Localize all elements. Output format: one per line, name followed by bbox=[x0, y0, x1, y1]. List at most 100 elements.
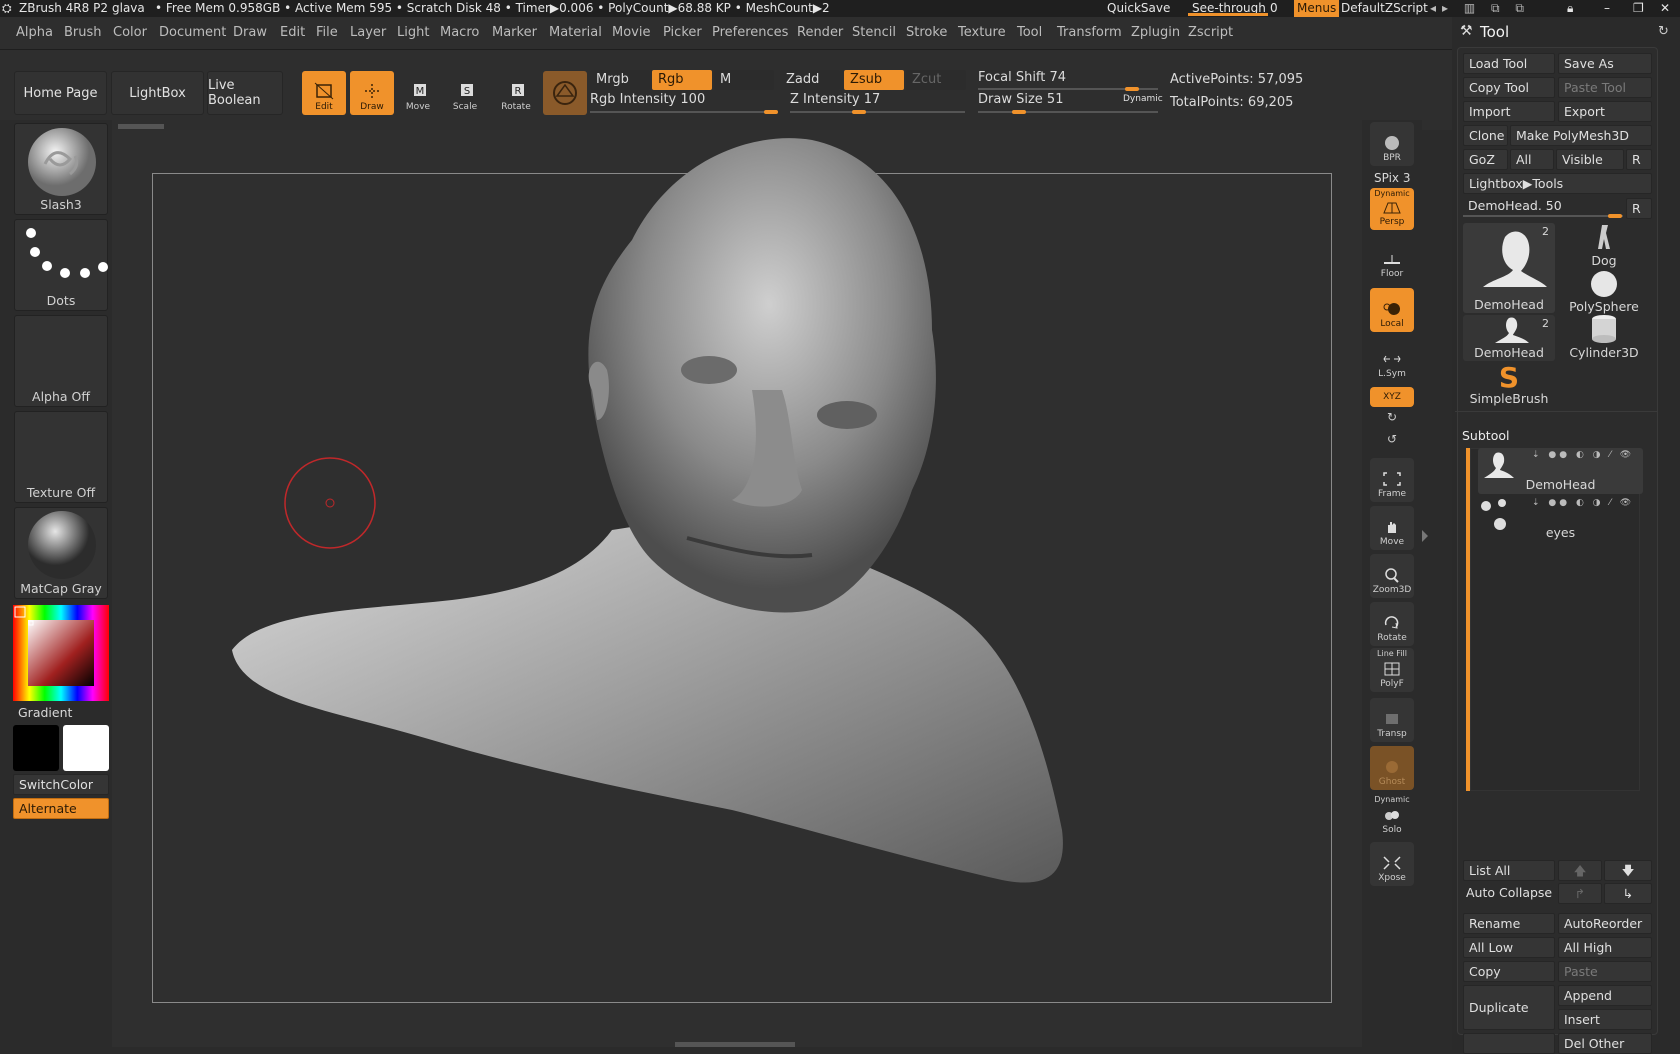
rgb-intensity-slider[interactable]: Rgb Intensity 100 bbox=[590, 92, 705, 107]
current-tool-knob[interactable] bbox=[1608, 214, 1622, 218]
goz-all-button[interactable]: All bbox=[1510, 149, 1554, 170]
close-icon[interactable]: ✕ bbox=[1660, 0, 1670, 17]
all-high-button[interactable]: All High bbox=[1558, 937, 1652, 958]
export-button[interactable]: Export bbox=[1558, 101, 1652, 122]
rgb-intensity-knob[interactable] bbox=[764, 110, 778, 114]
menu-zplugin[interactable]: Zplugin bbox=[1131, 25, 1180, 40]
switchcolor-button[interactable]: SwitchColor bbox=[13, 774, 109, 795]
scale-mode-button[interactable]: S Scale bbox=[443, 71, 487, 115]
duplicate-button[interactable]: Duplicate bbox=[1463, 985, 1555, 1030]
list-all-button[interactable]: List All bbox=[1463, 860, 1555, 881]
import-button[interactable]: Import bbox=[1463, 101, 1555, 122]
arrow-right-up-icon[interactable]: ↱ bbox=[1558, 883, 1602, 904]
right-tray-toggle[interactable] bbox=[1422, 530, 1428, 542]
default-zscript[interactable]: DefaultZScript bbox=[1341, 0, 1428, 17]
z-intensity-slider[interactable]: Z Intensity 17 bbox=[790, 92, 880, 107]
arrow-down-right-icon[interactable]: ↳ bbox=[1604, 883, 1652, 904]
tool-simplebrush[interactable]: S SimpleBrush bbox=[1463, 361, 1555, 407]
menu-light[interactable]: Light bbox=[397, 25, 429, 40]
goz-button[interactable]: GoZ bbox=[1463, 149, 1508, 170]
goz-r-button[interactable]: R bbox=[1626, 149, 1652, 170]
edit-button[interactable]: Edit bbox=[302, 71, 346, 115]
reset-icon[interactable]: ↻ bbox=[1658, 24, 1669, 39]
home-page-button[interactable]: Home Page bbox=[14, 71, 107, 115]
subtool-controls-icon[interactable]: ⇣ ●● ◐ ◑ ⁄ 👁︎ bbox=[1532, 498, 1634, 508]
alpha-thumbnail[interactable]: Alpha Off bbox=[14, 315, 108, 407]
local-button[interactable]: Local bbox=[1370, 288, 1414, 332]
menu-stencil[interactable]: Stencil bbox=[852, 25, 896, 40]
all-low-button[interactable]: All Low bbox=[1463, 937, 1555, 958]
lightbox-tools-button[interactable]: Lightbox▶Tools bbox=[1463, 173, 1652, 194]
persp-button[interactable]: Dynamic Persp bbox=[1370, 188, 1414, 230]
move-down-icon[interactable]: 🡇 bbox=[1604, 860, 1652, 881]
seethrough-slider[interactable] bbox=[1188, 13, 1268, 16]
menu-transform[interactable]: Transform bbox=[1057, 25, 1122, 40]
texture-thumbnail[interactable]: Texture Off bbox=[14, 411, 108, 503]
subtool-item-demohead[interactable]: ⇣ ●● ◐ ◑ ⁄ 👁︎ DemoHead bbox=[1478, 448, 1643, 494]
subtool-item-eyes[interactable]: ⇣ ●● ◐ ◑ ⁄ 👁︎ eyes bbox=[1478, 496, 1643, 542]
lock-icon[interactable]: 🔒︎ bbox=[1567, 0, 1573, 17]
menu-macro[interactable]: Macro bbox=[440, 25, 479, 40]
current-tool-slider[interactable]: DemoHead. 50 bbox=[1468, 198, 1562, 213]
frame-button[interactable]: Frame bbox=[1370, 458, 1414, 502]
menu-brush[interactable]: Brush bbox=[64, 25, 102, 40]
menu-zscript[interactable]: Zscript bbox=[1188, 25, 1233, 40]
draw-size-track[interactable] bbox=[978, 111, 1158, 113]
paste-button[interactable]: Paste bbox=[1558, 961, 1652, 982]
zcut-toggle[interactable]: Zcut bbox=[906, 70, 966, 90]
rotate-mode-button[interactable]: R Rotate bbox=[494, 71, 538, 115]
move-view-button[interactable]: Move bbox=[1370, 506, 1414, 550]
lsym-button[interactable]: L.Sym bbox=[1370, 338, 1414, 382]
menu-file[interactable]: File bbox=[316, 25, 338, 40]
tool-demohead-1[interactable]: 2 DemoHead bbox=[1463, 223, 1555, 313]
m-toggle[interactable]: M bbox=[714, 70, 774, 90]
layout-icons[interactable]: ◂▸ ▥ ⧉ ⧉ bbox=[1430, 0, 1530, 17]
primary-color-swatch[interactable] bbox=[13, 725, 59, 771]
alternate-button[interactable]: Alternate bbox=[13, 798, 109, 819]
goz-visible-button[interactable]: Visible bbox=[1556, 149, 1624, 170]
subtool-title[interactable]: Subtool bbox=[1462, 428, 1509, 443]
menu-alpha[interactable]: Alpha bbox=[16, 25, 53, 40]
xyz-button[interactable]: XYZ bbox=[1370, 387, 1414, 407]
menu-color[interactable]: Color bbox=[113, 25, 147, 40]
load-tool-button[interactable]: Load Tool bbox=[1463, 53, 1555, 74]
material-thumbnail[interactable]: MatCap Gray bbox=[14, 507, 108, 599]
menu-layer[interactable]: Layer bbox=[350, 25, 386, 40]
rotate-z-icon[interactable]: ↺ bbox=[1387, 432, 1397, 446]
move-up-icon[interactable]: 🡅 bbox=[1558, 860, 1602, 881]
polyf-button[interactable]: Line Fill PolyF bbox=[1370, 648, 1414, 692]
auto-collapse-button[interactable]: Auto Collapse bbox=[1466, 885, 1552, 900]
quicksave-button[interactable]: QuickSave bbox=[1107, 0, 1170, 17]
canvas-scroll-handle[interactable] bbox=[118, 124, 164, 129]
subtool-controls-icon[interactable]: ⇣ ●● ◐ ◑ ⁄ 👁︎ bbox=[1532, 450, 1634, 460]
zadd-toggle[interactable]: Zadd bbox=[780, 70, 840, 90]
lightbox-button[interactable]: LightBox bbox=[111, 71, 204, 115]
tool-cylinder3d[interactable]: Cylinder3D bbox=[1558, 315, 1650, 361]
spix-slider[interactable]: SPix 3 bbox=[1374, 171, 1410, 185]
bpr-button[interactable]: BPR bbox=[1370, 122, 1414, 166]
floor-button[interactable]: Floor bbox=[1370, 238, 1414, 282]
rgb-intensity-track[interactable] bbox=[590, 111, 775, 113]
menu-edit[interactable]: Edit bbox=[280, 25, 305, 40]
menu-movie[interactable]: Movie bbox=[612, 25, 650, 40]
draw-button[interactable]: Draw bbox=[350, 71, 394, 115]
xpose-button[interactable]: Xpose bbox=[1370, 842, 1414, 886]
canvas-viewport[interactable] bbox=[112, 124, 1367, 1047]
save-as-button[interactable]: Save As bbox=[1558, 53, 1652, 74]
copy-button[interactable]: Copy bbox=[1463, 961, 1555, 982]
move-mode-button[interactable]: M Move bbox=[396, 71, 440, 115]
tool-panel-title[interactable]: Tool bbox=[1480, 23, 1509, 41]
current-tool-track[interactable] bbox=[1463, 215, 1623, 217]
tool-dog[interactable]: Dog bbox=[1558, 223, 1650, 269]
clone-button[interactable]: Clone bbox=[1463, 125, 1508, 146]
menu-texture[interactable]: Texture bbox=[958, 25, 1006, 40]
restore-icon[interactable]: ❐ bbox=[1633, 0, 1644, 17]
tool-r-button[interactable]: R bbox=[1626, 198, 1652, 219]
zsub-toggle[interactable]: Zsub bbox=[844, 70, 904, 90]
color-wheel-icon[interactable] bbox=[13, 605, 109, 701]
live-boolean-button[interactable]: Live Boolean bbox=[207, 71, 283, 115]
blank-button[interactable] bbox=[1463, 1033, 1555, 1054]
autoreorder-button[interactable]: AutoReorder bbox=[1558, 913, 1652, 934]
transp-button[interactable]: Transp bbox=[1370, 698, 1414, 742]
focal-shift-slider[interactable]: Focal Shift 74 bbox=[978, 70, 1066, 85]
